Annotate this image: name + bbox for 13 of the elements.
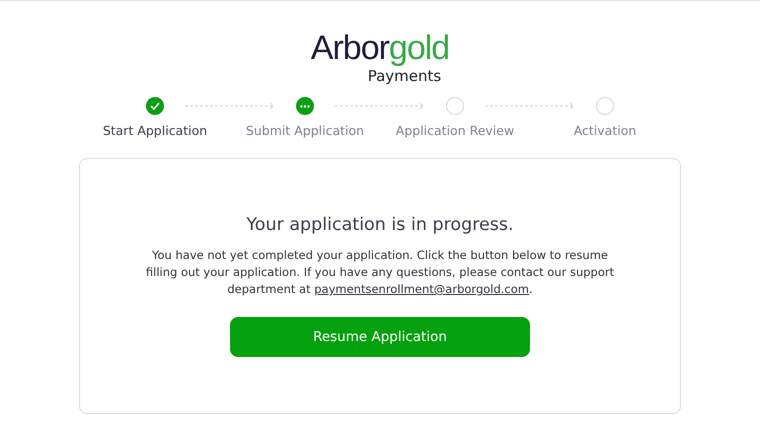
step-label: Submit Application bbox=[246, 123, 364, 138]
logo-wordmark: Arborgold bbox=[310, 31, 450, 65]
step-indicator bbox=[596, 97, 614, 115]
step-indicator bbox=[446, 97, 464, 115]
card-message: You have not yet completed your application. Click the button below to resume filling out your application. If you have any questions, please contact our support department at paymentsenrollment@arborgold.com. bbox=[145, 247, 615, 298]
ellipsis-icon bbox=[300, 104, 310, 108]
logo-subtitle: Payments bbox=[368, 67, 442, 85]
card-title: Your application is in progress. bbox=[246, 215, 514, 235]
email-link[interactable]: paymentsenrollment@arborgold.com bbox=[314, 282, 529, 296]
step-label: Application Review bbox=[396, 123, 514, 138]
step-label: Activation bbox=[574, 123, 636, 138]
step-label: Start Application bbox=[102, 123, 208, 138]
check-icon bbox=[150, 102, 160, 110]
